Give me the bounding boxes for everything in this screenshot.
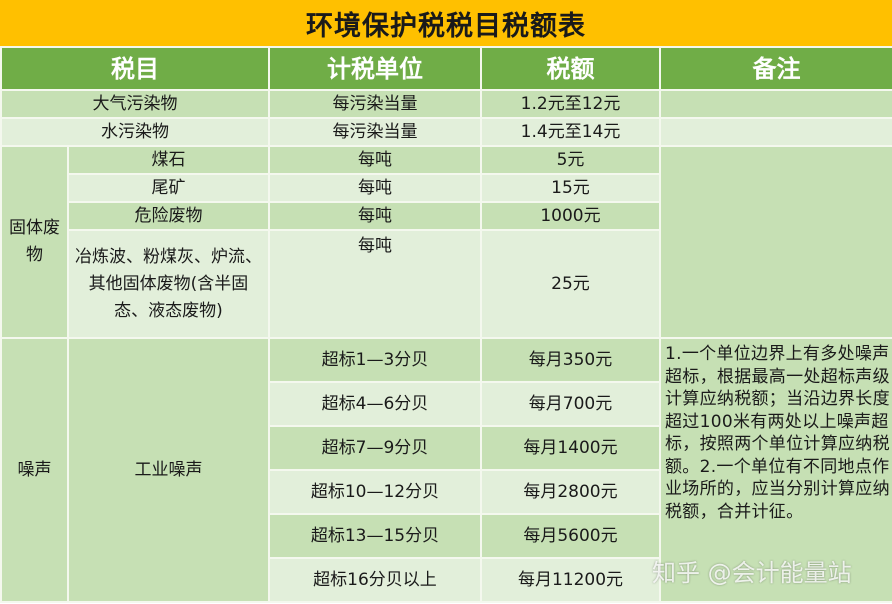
table-row: 固体废物 煤石 每吨 5元 [0,145,892,339]
unit-cell: 超标10—12分贝 [268,469,482,515]
amount-cell: 1.4元至14元 [480,117,661,147]
header-row: 税目 计税单位 税额 备注 [0,46,892,91]
amount-cell: 每月350元 [480,337,661,383]
table-row: 噪声 工业噪声 超标1—3分贝 每月350元 1.一个单位边界上有多处噪声超标，… [0,337,892,603]
amount-cell: 1000元 [480,201,661,231]
header-remark: 备注 [659,46,892,91]
item-cell: 水污染物 [0,117,270,147]
unit-cell: 超标4—6分贝 [268,381,482,427]
unit-cell: 超标7—9分贝 [268,425,482,471]
unit-cell: 每污染当量 [268,89,482,119]
table-row: 大气污染物 每污染当量 1.2元至12元 [0,89,892,119]
amount-cell: 15元 [480,173,661,203]
remark-cell: 1.一个单位边界上有多处噪声超标，根据最高一处超标声级计算应纳税额；当沿边界长度… [659,337,892,603]
subcategory-cell: 工业噪声 [67,337,270,603]
unit-cell: 每污染当量 [268,117,482,147]
item-cell: 危险废物 [67,201,270,231]
unit-cell: 每吨 [268,229,482,339]
unit-cell: 超标13—15分贝 [268,513,482,559]
remark-cell [659,117,892,147]
tax-table: 税目 计税单位 税额 备注 大气污染物 每污染当量 1.2元至12元 水污染物 … [0,46,892,603]
item-cell: 大气污染物 [0,89,270,119]
category-cell: 固体废物 [0,145,69,339]
amount-cell: 25元 [480,229,661,339]
unit-cell: 每吨 [268,173,482,203]
amount-cell: 1.2元至12元 [480,89,661,119]
unit-cell: 超标16分贝以上 [268,557,482,603]
remark-cell [659,89,892,119]
amount-cell: 每月11200元 [480,557,661,603]
header-tax-unit: 计税单位 [268,46,482,91]
table-title: 环境保护税税目税额表 [0,0,892,46]
header-tax-item: 税目 [0,46,270,91]
unit-cell: 超标1—3分贝 [268,337,482,383]
amount-cell: 每月5600元 [480,513,661,559]
item-cell: 煤石 [67,145,270,175]
category-cell: 噪声 [0,337,69,603]
header-tax-amount: 税额 [480,46,661,91]
unit-cell: 每吨 [268,201,482,231]
unit-cell: 每吨 [268,145,482,175]
amount-cell: 5元 [480,145,661,175]
amount-cell: 每月700元 [480,381,661,427]
item-cell: 尾矿 [67,173,270,203]
remark-cell [659,145,892,339]
amount-cell: 每月2800元 [480,469,661,515]
amount-cell: 每月1400元 [480,425,661,471]
item-cell: 冶炼波、粉煤灰、炉流、其他固体废物(含半固态、液态废物) [67,229,270,339]
table-row: 水污染物 每污染当量 1.4元至14元 [0,117,892,147]
